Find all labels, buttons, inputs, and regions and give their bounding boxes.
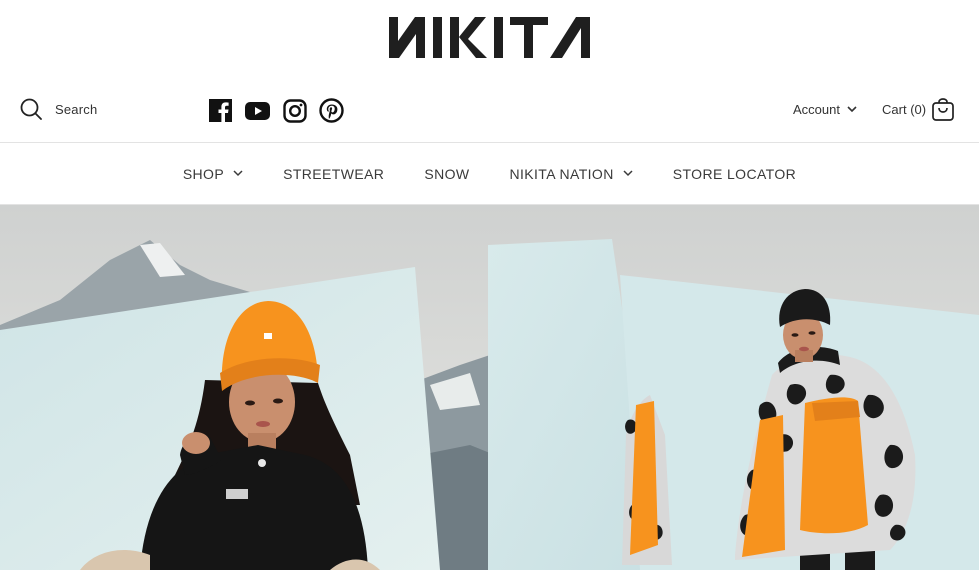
nav-item-shop[interactable]: SHOP: [183, 166, 243, 182]
instagram-link[interactable]: [282, 98, 307, 123]
search-icon: [20, 98, 42, 120]
nav-item-snow[interactable]: SNOW: [424, 166, 469, 182]
chevron-down-icon: [847, 106, 857, 113]
chevron-down-icon: [623, 170, 633, 177]
hero-banner[interactable]: [0, 205, 979, 570]
search-button[interactable]: Search: [20, 98, 97, 120]
nav-item-nikita-nation[interactable]: NIKITA NATION: [509, 166, 633, 182]
youtube-link[interactable]: [245, 98, 270, 123]
instagram-icon: [282, 98, 307, 123]
pinterest-link[interactable]: [319, 98, 344, 123]
main-navigation: SHOP STREETWEAR SNOW NIKITA NATION STORE…: [0, 143, 979, 204]
pinterest-icon: [319, 98, 344, 123]
cart-button[interactable]: Cart (0): [882, 98, 954, 121]
utility-bar: Search Account Cart (0): [0, 90, 979, 130]
account-menu[interactable]: Account: [793, 102, 857, 117]
cart-count: (0): [910, 102, 927, 117]
search-label: Search: [55, 101, 98, 117]
account-label: Account: [793, 102, 840, 117]
facebook-link[interactable]: [208, 98, 233, 123]
brand-logo[interactable]: [0, 14, 979, 60]
nav-item-streetwear[interactable]: STREETWEAR: [283, 166, 384, 182]
nav-item-store-locator[interactable]: STORE LOCATOR: [673, 166, 796, 182]
chevron-down-icon: [233, 170, 243, 177]
shopping-bag-icon: [932, 98, 954, 121]
cart-label: Cart (0): [882, 102, 927, 117]
hero-image: [0, 205, 979, 570]
nikita-wordmark: [388, 17, 590, 58]
social-links: [208, 98, 356, 123]
youtube-icon: [245, 101, 270, 120]
facebook-icon: [209, 99, 232, 122]
